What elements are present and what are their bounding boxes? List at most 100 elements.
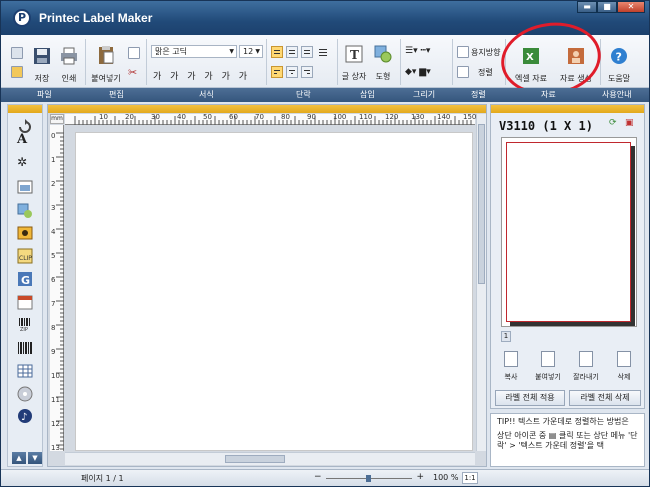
- page-delete-icon[interactable]: ▣: [625, 118, 634, 128]
- group-label-format: 서식: [199, 90, 214, 99]
- font-name-select[interactable]: 맑은 고딕 ▼: [151, 45, 237, 58]
- textbox-button[interactable]: T 글 상자: [341, 45, 367, 82]
- barcode-zip-icon[interactable]: ZIP: [17, 316, 33, 333]
- refresh-icon[interactable]: ⟳: [609, 118, 617, 128]
- copy-icon[interactable]: [128, 47, 140, 59]
- delete-all-labels-button[interactable]: 라벨 전체 삭제: [569, 390, 641, 406]
- ruler-label: 70: [255, 113, 264, 121]
- group-label-arrange: 정렬: [471, 90, 486, 99]
- line-spacing-icon[interactable]: [317, 46, 329, 58]
- align-left-icon[interactable]: [271, 66, 283, 78]
- paste-page-button[interactable]: 붙여넣기: [533, 351, 563, 382]
- svg-text:T: T: [350, 48, 359, 62]
- scroll-down-button[interactable]: ▼: [28, 452, 42, 464]
- group-label-edit: 편집: [109, 90, 124, 99]
- snowflake-icon[interactable]: ✲: [17, 155, 33, 171]
- app-logo-icon: P: [13, 9, 31, 27]
- label-canvas[interactable]: [75, 132, 473, 451]
- ribbon-divider: [146, 39, 147, 85]
- calendar-icon[interactable]: [17, 294, 33, 310]
- paste-icon: [541, 351, 555, 367]
- zoom-knob[interactable]: [366, 475, 371, 482]
- photo-icon[interactable]: [17, 225, 33, 241]
- cut-icon[interactable]: ✂: [128, 66, 137, 79]
- ruler-label: 8: [51, 324, 56, 332]
- new-file-icon[interactable]: [11, 47, 23, 59]
- table-icon[interactable]: [17, 363, 33, 379]
- group-label-draw: 그리기: [413, 90, 436, 99]
- font-size-select[interactable]: 12 ▼: [239, 45, 263, 58]
- page-indicator: 페이지 1 / 1: [81, 474, 124, 483]
- group-label-paragraph: 단락: [296, 90, 311, 99]
- ribbon-divider: [85, 39, 86, 85]
- paper-orientation-icon[interactable]: [457, 46, 469, 58]
- ribbon-divider: [266, 39, 267, 85]
- ribbon-group-labels: 파일 편집 서식 단락 삽입 그리기 정렬 자료 사용안내: [1, 88, 649, 102]
- print-button[interactable]: 인쇄: [57, 47, 81, 84]
- app-window: P Printec Label Maker ▬ ■ ✕ 저장 인쇄 붙여넣기 ✂: [0, 0, 650, 487]
- apply-all-labels-button[interactable]: 라벨 전체 적용: [495, 390, 565, 406]
- tip-line-1: TIP!! 텍스트 가운데로 정렬하는 방법은: [497, 417, 629, 426]
- group-label-data: 자료: [541, 90, 556, 99]
- label-thumbnail[interactable]: [501, 137, 637, 327]
- text-tool-icon[interactable]: A: [17, 132, 33, 148]
- close-button[interactable]: ✕: [617, 1, 645, 13]
- horizontal-scrollbar[interactable]: [65, 452, 475, 465]
- help-button[interactable]: ? 도움말: [604, 47, 634, 84]
- window-controls: ▬ ■ ✕: [577, 1, 645, 13]
- vertical-ruler: 0 1 2 3 4 5 6 7 8 9 10 11 12 13: [50, 125, 64, 452]
- zoom-slider[interactable]: − +: [314, 472, 424, 482]
- zoom-percent: 100 %: [433, 473, 459, 482]
- disc-icon[interactable]: [17, 386, 33, 402]
- chevron-down-icon: ▼: [255, 48, 260, 55]
- zoom-in-button[interactable]: +: [416, 472, 424, 482]
- align-center-top-icon[interactable]: [286, 46, 298, 58]
- align-left-top-icon[interactable]: [271, 46, 283, 58]
- shape-button[interactable]: 도형: [370, 45, 396, 82]
- label-model-title: V3110 (1 X 1): [499, 119, 593, 133]
- font-name-value: 맑은 고딕: [155, 47, 187, 56]
- insert-image-icon[interactable]: [17, 179, 33, 195]
- page-tab[interactable]: 1: [501, 331, 511, 342]
- cut-page-button[interactable]: 잘라내기: [571, 351, 601, 382]
- shape-tool-icon[interactable]: [17, 203, 33, 219]
- vertical-scrollbar[interactable]: [476, 114, 486, 451]
- open-folder-icon[interactable]: [11, 66, 23, 78]
- music-icon[interactable]: ♪: [17, 408, 33, 424]
- ruler-label: 4: [51, 228, 56, 236]
- grid-icon[interactable]: G: [17, 271, 33, 287]
- maximize-button[interactable]: ■: [597, 1, 617, 13]
- svg-text:ZIP: ZIP: [20, 327, 28, 332]
- align-right-top-icon[interactable]: [301, 46, 313, 58]
- line-style-icon[interactable]: ☰▾ ┅▾: [405, 46, 430, 56]
- copy-page-label: 복사: [504, 373, 518, 381]
- align-center-icon[interactable]: [286, 66, 298, 78]
- copy-page-button[interactable]: 복사: [496, 351, 526, 382]
- ruler-label: 140: [437, 113, 451, 121]
- group-label-support: 사용안내: [602, 90, 632, 99]
- paper-orientation-label[interactable]: 용지방향: [471, 47, 500, 58]
- help-icon: ?: [611, 48, 627, 64]
- scroll-thumb[interactable]: [225, 455, 285, 463]
- actual-size-button[interactable]: 1:1: [462, 472, 478, 484]
- barcode-icon[interactable]: [17, 340, 33, 356]
- scroll-up-button[interactable]: ▲: [12, 452, 26, 464]
- help-label: 도움말: [607, 74, 631, 83]
- ruler-label: 3: [51, 204, 56, 212]
- fill-color-icon[interactable]: ◆▾ ▆▾: [405, 67, 431, 77]
- save-icon: [34, 48, 50, 64]
- align-objects-icon[interactable]: [457, 66, 469, 78]
- app-title: Printec Label Maker: [39, 11, 153, 25]
- font-style-buttons[interactable]: 가 가 가 가 가 가: [153, 69, 250, 82]
- ruler-label: 50: [203, 113, 212, 121]
- delete-page-button[interactable]: 삭제: [609, 351, 639, 382]
- align-right-icon[interactable]: [301, 66, 313, 78]
- scroll-thumb[interactable]: [478, 124, 485, 284]
- textbox-label: 글 상자: [341, 72, 367, 81]
- paste-button[interactable]: 붙여넣기: [89, 45, 123, 84]
- save-button[interactable]: 저장: [30, 47, 54, 84]
- align-objects-label[interactable]: 정렬: [478, 67, 493, 78]
- minimize-button[interactable]: ▬: [577, 1, 597, 13]
- zoom-out-button[interactable]: −: [314, 472, 322, 482]
- clipart-icon[interactable]: CLIP: [17, 248, 33, 264]
